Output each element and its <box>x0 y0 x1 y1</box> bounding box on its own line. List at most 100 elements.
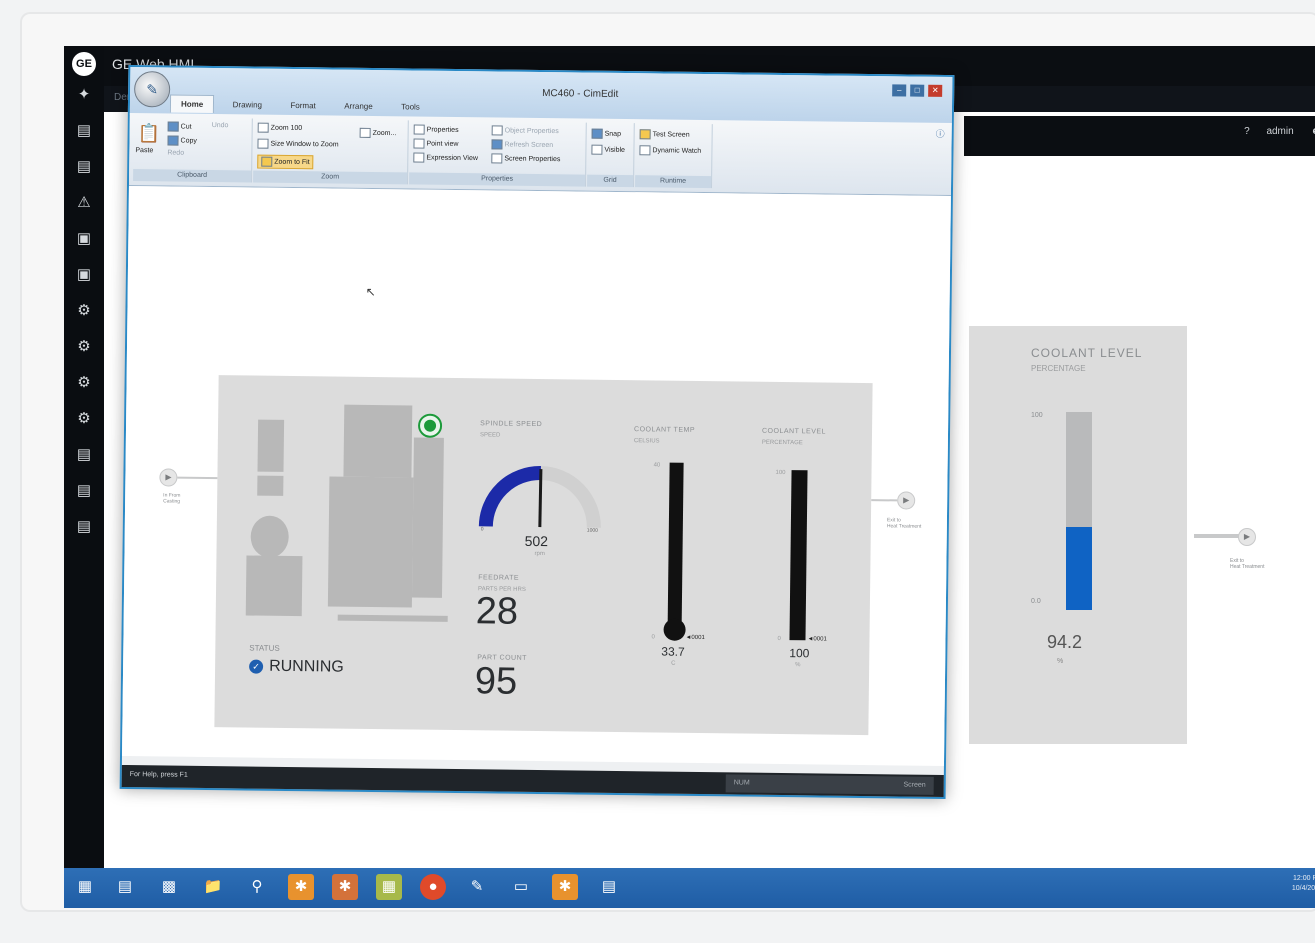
zoom-icon <box>257 122 269 133</box>
zoom-dialog-button[interactable]: Zoom... <box>359 127 397 138</box>
redo-button[interactable]: Redo <box>167 149 184 156</box>
sidebar: GE ✦ ▤ ▤ ⚠ ▣ ▣ ⚙ ⚙ ⚙ ⚙ ▤ ▤ ▤ <box>64 46 104 908</box>
chrome-icon[interactable]: ● <box>420 874 446 900</box>
snap-icon <box>591 128 603 139</box>
coolant-level-bar <box>789 470 808 641</box>
window-icon[interactable]: ▭ <box>508 874 534 900</box>
test-screen-icon <box>639 129 651 140</box>
gauge-icon[interactable]: ▤ <box>73 516 95 538</box>
gear-icon[interactable]: ⚙ <box>73 336 95 358</box>
tab-tools[interactable]: Tools <box>391 98 430 115</box>
paste-button[interactable]: Paste <box>135 147 153 154</box>
test-screen-button[interactable]: Test Screen <box>639 129 690 140</box>
copy-icon <box>167 135 179 146</box>
dynamic-watch-button[interactable]: Dynamic Watch <box>639 145 701 156</box>
workbench-icon[interactable]: ▦ <box>376 874 402 900</box>
properties-group: Properties Point view Expression View Ob… <box>409 120 587 187</box>
zoom-to-fit-button[interactable]: Zoom to Fit <box>257 154 314 170</box>
tab-home[interactable]: Home <box>169 94 215 114</box>
next-station-label: Exit to Heat Treatment <box>886 517 922 530</box>
copy-button[interactable]: Copy <box>167 135 197 146</box>
next-station-label: Exit to Heat Treatment <box>1230 558 1265 570</box>
snap-button[interactable]: Snap <box>591 128 621 139</box>
runtime-group-label: Runtime <box>634 175 712 189</box>
previous-station-button[interactable]: ▶ <box>159 468 178 487</box>
object-icon <box>491 125 503 136</box>
screen-properties-button[interactable]: Screen Properties <box>491 153 560 164</box>
zoom-group: Zoom 100 Zoom... Size Window to Zoom Zoo… <box>253 118 409 185</box>
window-title: MC460 - CimEdit <box>542 88 619 100</box>
status-help-text: For Help, press F1 <box>129 771 188 779</box>
tab-arrange[interactable]: Arrange <box>334 97 383 115</box>
part-count-value: 95 <box>474 660 518 703</box>
cimplicity-icon[interactable]: ✱ <box>332 874 358 900</box>
tank-fill <box>1066 526 1092 610</box>
maximize-button[interactable]: □ <box>910 84 925 97</box>
gauge-icon[interactable]: ▤ <box>73 156 95 178</box>
zoom-100-button[interactable]: Zoom 100 <box>257 122 303 134</box>
drawing-canvas[interactable]: ↖ ▶ In From Casting ▶ Exit to Heat Treat… <box>122 185 951 766</box>
cut-button[interactable]: Cut <box>167 121 192 132</box>
taskbar: ▦ ▤ ▩ 📁 ⚲ ✱ ✱ ▦ ● ✎ ▭ ✱ ▤ 12:00 PM 10/4/… <box>64 868 1315 908</box>
tank-max-label: 100 <box>1031 412 1043 419</box>
visible-button[interactable]: Visible <box>591 144 625 155</box>
spindle-gauge: 0 1000 <box>478 466 601 534</box>
close-button[interactable]: ✕ <box>928 84 943 97</box>
coolant-level-subtitle: PERCENTAGE <box>761 439 803 447</box>
expression-view-button[interactable]: Expression View <box>413 152 478 163</box>
size-window-button[interactable]: Size Window to Zoom <box>257 138 339 150</box>
machine-graphic <box>250 515 289 558</box>
ribbon: 📋 Paste Cut Undo Copy Redo Clipboard Zoo… <box>128 113 952 197</box>
app-icon[interactable]: ▩ <box>156 874 182 900</box>
coolant-temp-marker: ◄0001 <box>685 634 705 642</box>
next-station-button[interactable]: ▶ <box>897 491 916 510</box>
folder-icon[interactable]: 📁 <box>200 874 226 900</box>
cimplicity-icon[interactable]: ✱ <box>552 874 578 900</box>
help-icon[interactable]: ? <box>1244 126 1250 137</box>
properties-button[interactable]: Properties <box>413 124 459 135</box>
chart-icon[interactable]: ▣ <box>73 264 95 286</box>
nav-icon[interactable]: ✦ <box>73 84 95 106</box>
application-menu-button[interactable]: ✎ <box>133 71 171 108</box>
coolant-temp-value: 33.7 <box>661 644 685 659</box>
grid-group-label: Grid <box>587 174 634 188</box>
gauge-icon[interactable]: ▤ <box>73 480 95 502</box>
minimize-button[interactable]: – <box>892 84 907 97</box>
user-icon[interactable]: ☻ <box>1310 126 1315 137</box>
cimedit-icon[interactable]: ✎ <box>464 874 490 900</box>
point-view-icon <box>413 138 425 149</box>
cimedit-window: MC460 - CimEdit ✎ Home Drawing Format Ar… <box>119 64 955 800</box>
gear-icon[interactable]: ⚙ <box>73 372 95 394</box>
machine-graphic <box>257 419 285 472</box>
coolant-temp-thermometer <box>667 462 684 629</box>
next-station-button[interactable]: ▶ <box>1238 528 1256 546</box>
clock-date: 10/4/2017 <box>1291 885 1315 892</box>
gear-icon[interactable]: ⚙ <box>73 300 95 322</box>
gauge-icon[interactable]: ▤ <box>73 120 95 142</box>
help-icon[interactable]: ⓘ <box>936 127 945 140</box>
user-area: ? admin ☻ <box>1230 126 1315 137</box>
gauge-needle <box>538 469 543 528</box>
coolant-level-max: 100 <box>775 469 786 477</box>
gear-icon[interactable]: ⚙ <box>73 408 95 430</box>
undo-button[interactable]: Undo <box>212 122 229 129</box>
refresh-screen-button[interactable]: Refresh Screen <box>491 139 553 150</box>
start-icon[interactable]: ▦ <box>72 874 98 900</box>
tab-drawing[interactable]: Drawing <box>223 96 273 114</box>
properties-icon <box>413 124 425 135</box>
system-clock[interactable]: 12:00 PM 10/4/2017 <box>1292 874 1315 894</box>
object-properties-button[interactable]: Object Properties <box>491 125 559 136</box>
cimplicity-icon[interactable]: ✱ <box>288 874 314 900</box>
user-name[interactable]: admin <box>1266 126 1293 137</box>
document-icon[interactable]: ▤ <box>596 874 622 900</box>
alarm-icon[interactable]: ⚠ <box>73 192 95 214</box>
coolant-temp-min: 0 <box>651 634 655 641</box>
gauge-icon[interactable]: ▤ <box>73 444 95 466</box>
paste-icon[interactable]: 📋 <box>137 123 160 144</box>
point-view-button[interactable]: Point view <box>413 138 458 149</box>
search-icon[interactable]: ⚲ <box>244 874 270 900</box>
tab-format[interactable]: Format <box>280 97 326 115</box>
coolant-level-min: 0 <box>777 635 781 642</box>
chart-icon[interactable]: ▣ <box>73 228 95 250</box>
server-icon[interactable]: ▤ <box>112 874 138 900</box>
